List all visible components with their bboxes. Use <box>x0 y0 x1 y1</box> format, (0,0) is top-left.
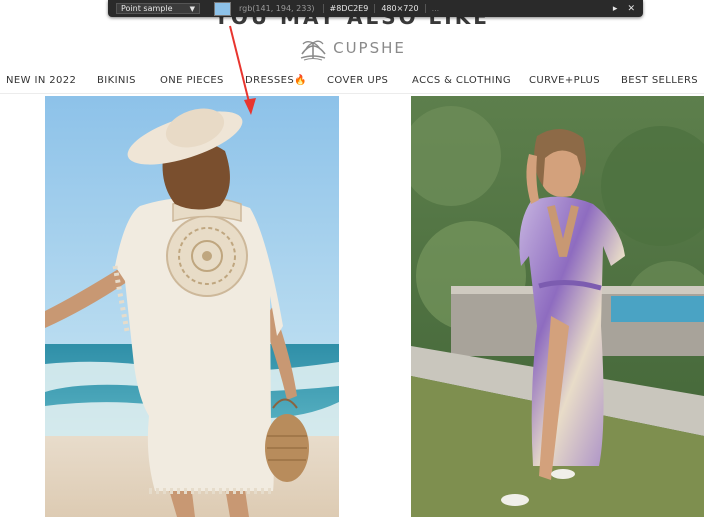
brand-name: CUPSHE <box>333 39 406 57</box>
sample-mode-label: Point sample <box>121 4 173 13</box>
nav-item-curve-plus[interactable]: CURVE+PLUS <box>529 75 600 86</box>
nav-item-bikinis[interactable]: BIKINIS <box>97 75 136 86</box>
color-swatch <box>214 1 231 16</box>
nav-item-new-in[interactable]: NEW IN 2022 <box>6 75 76 86</box>
image-dimensions: 480×720 <box>374 4 419 13</box>
nav-item-cover-ups[interactable]: COVER UPS <box>327 75 388 86</box>
white-crochet-tassel-cover-up-photo <box>45 96 339 517</box>
purple-tie-dye-wrap-maxi-dress-photo <box>411 96 704 517</box>
hex-value[interactable]: #8DC2E9 <box>322 4 368 13</box>
nav-item-accs-clothing[interactable]: ACCS & CLOTHING <box>412 75 511 86</box>
chevron-down-icon: ▼ <box>189 4 195 13</box>
expand-icon[interactable]: ▸ <box>613 4 618 14</box>
close-icon[interactable]: ✕ <box>627 4 635 14</box>
nav-item-best-sellers[interactable]: BEST SELLERS <box>621 75 698 86</box>
more-info: ... <box>424 4 439 13</box>
nav-item-dresses[interactable]: DRESSES🔥 <box>245 75 307 86</box>
brand-logo[interactable]: CUPSHE <box>0 34 704 62</box>
nav-item-one-pieces[interactable]: ONE PIECES <box>160 75 224 86</box>
sample-mode-select[interactable]: Point sample ▼ <box>116 3 200 14</box>
main-nav: NEW IN 2022 BIKINIS ONE PIECES DRESSES🔥 … <box>0 67 704 94</box>
color-picker-toolbar: Point sample ▼ rgb(141, 194, 233) #8DC2E… <box>108 0 643 17</box>
product-card-cover-up[interactable] <box>45 96 339 517</box>
rgb-value[interactable]: rgb(141, 194, 233) <box>239 4 315 13</box>
palm-tree-umbrella-icon <box>300 40 326 61</box>
product-card-wrap-dress[interactable] <box>411 96 704 517</box>
